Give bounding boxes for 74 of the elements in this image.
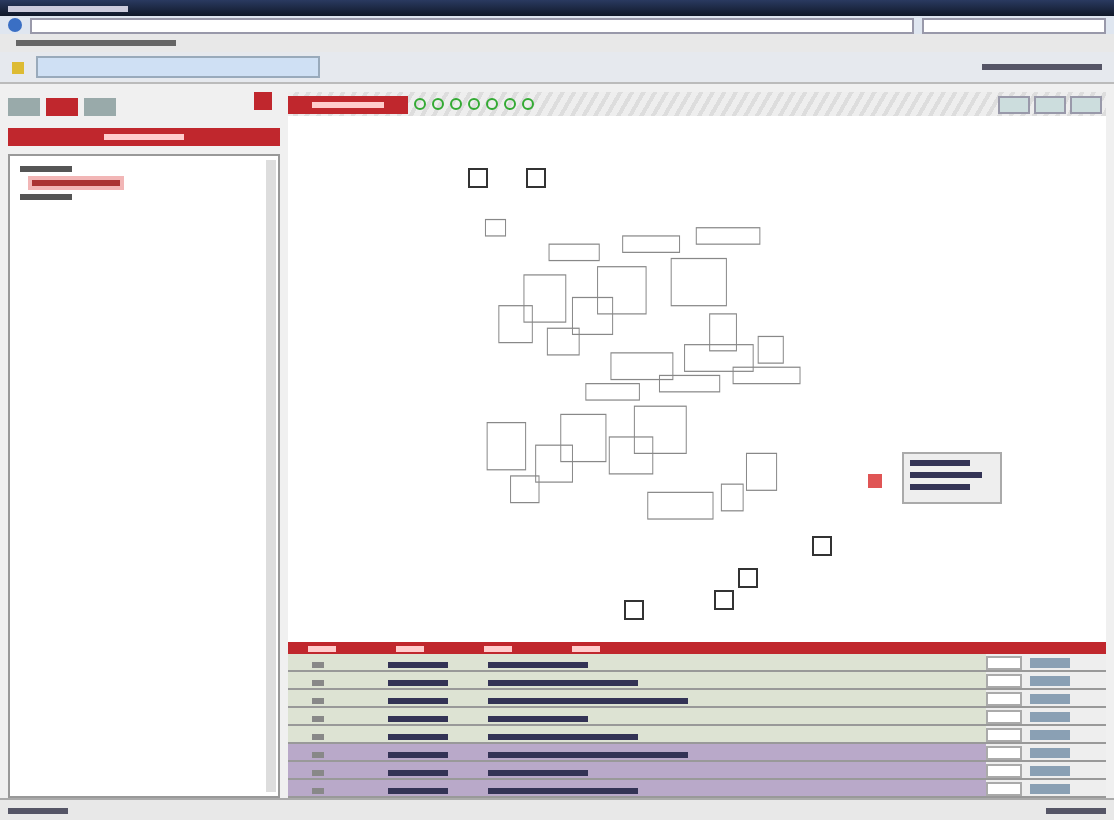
- quantity-field[interactable]: [986, 745, 1022, 759]
- add-button[interactable]: [1030, 747, 1070, 757]
- illegible-text-line: [488, 661, 588, 668]
- quantity-field[interactable]: [986, 781, 1022, 795]
- quantity-field[interactable]: [986, 709, 1022, 723]
- panel-tab[interactable]: [46, 97, 78, 115]
- scrollbar[interactable]: [266, 160, 276, 792]
- table-row[interactable]: [288, 672, 1106, 690]
- illegible-text-line: [909, 484, 970, 491]
- column-header: [572, 645, 600, 651]
- table-row[interactable]: [288, 744, 1106, 762]
- add-button[interactable]: [1030, 783, 1070, 793]
- tree-item-text: [20, 194, 72, 200]
- illegible-text-line: [388, 661, 448, 668]
- add-button[interactable]: [1030, 693, 1070, 703]
- callout-marker[interactable]: [623, 599, 644, 620]
- status-text: [1046, 807, 1106, 813]
- address-field[interactable]: [30, 17, 914, 33]
- callout-marker[interactable]: [713, 589, 734, 610]
- add-button[interactable]: [1030, 711, 1070, 721]
- illegible-text-line: [388, 679, 448, 686]
- illegible-text-line: [388, 769, 448, 776]
- quantity-field[interactable]: [986, 673, 1022, 687]
- add-button[interactable]: [1030, 765, 1070, 775]
- table-row[interactable]: [288, 708, 1106, 726]
- illegible-text-line: [388, 751, 448, 758]
- illegible-text-line: [488, 769, 588, 776]
- quantity-field[interactable]: [986, 727, 1022, 741]
- panel-tab[interactable]: [8, 97, 40, 115]
- add-button[interactable]: [1030, 729, 1070, 739]
- panel-header-text: [104, 134, 184, 140]
- tree-item[interactable]: [16, 162, 76, 176]
- callout-marker[interactable]: [467, 168, 488, 189]
- document-tab[interactable]: [288, 95, 408, 113]
- illegible-text-line: [488, 715, 588, 722]
- favorites-icon[interactable]: [12, 61, 24, 73]
- view-button[interactable]: [998, 95, 1030, 113]
- view-button[interactable]: [1034, 95, 1066, 113]
- illegible-text-line: [909, 472, 982, 479]
- quantity-field[interactable]: [986, 763, 1022, 777]
- toolbar-search-field[interactable]: [36, 56, 320, 78]
- tree-item-text: [32, 180, 120, 186]
- quantity-field[interactable]: [986, 655, 1022, 669]
- table-row[interactable]: [288, 690, 1106, 708]
- column-header: [484, 645, 512, 651]
- illegible-text-line: [388, 787, 448, 794]
- add-button[interactable]: [1030, 657, 1070, 667]
- callout-marker[interactable]: [525, 168, 546, 189]
- illegible-text-line: [388, 733, 448, 740]
- toolbar-text: [982, 64, 1102, 70]
- tab-text: [312, 101, 384, 107]
- search-field[interactable]: [922, 17, 1106, 33]
- callout-marker[interactable]: [811, 536, 832, 557]
- table-row[interactable]: [288, 762, 1106, 780]
- illegible-text-line: [388, 715, 448, 722]
- table-row[interactable]: [288, 726, 1106, 744]
- illegible-text-line: [388, 697, 448, 704]
- window-title: [8, 5, 128, 11]
- quantity-field[interactable]: [986, 691, 1022, 705]
- view-button[interactable]: [1070, 95, 1102, 113]
- tree-item[interactable]: [28, 176, 124, 190]
- tree-item[interactable]: [16, 190, 76, 204]
- column-header: [396, 645, 424, 651]
- table-row[interactable]: [288, 780, 1106, 798]
- panel-tab[interactable]: [84, 97, 116, 115]
- column-header: [308, 645, 336, 651]
- add-button[interactable]: [1030, 675, 1070, 685]
- back-button[interactable]: [8, 18, 22, 32]
- callout-marker[interactable]: [737, 568, 758, 589]
- status-text: [8, 807, 68, 813]
- tree-item-text: [20, 166, 72, 172]
- table-row[interactable]: [288, 654, 1106, 672]
- parts-marker[interactable]: [868, 473, 883, 488]
- illegible-text-line: [909, 460, 970, 467]
